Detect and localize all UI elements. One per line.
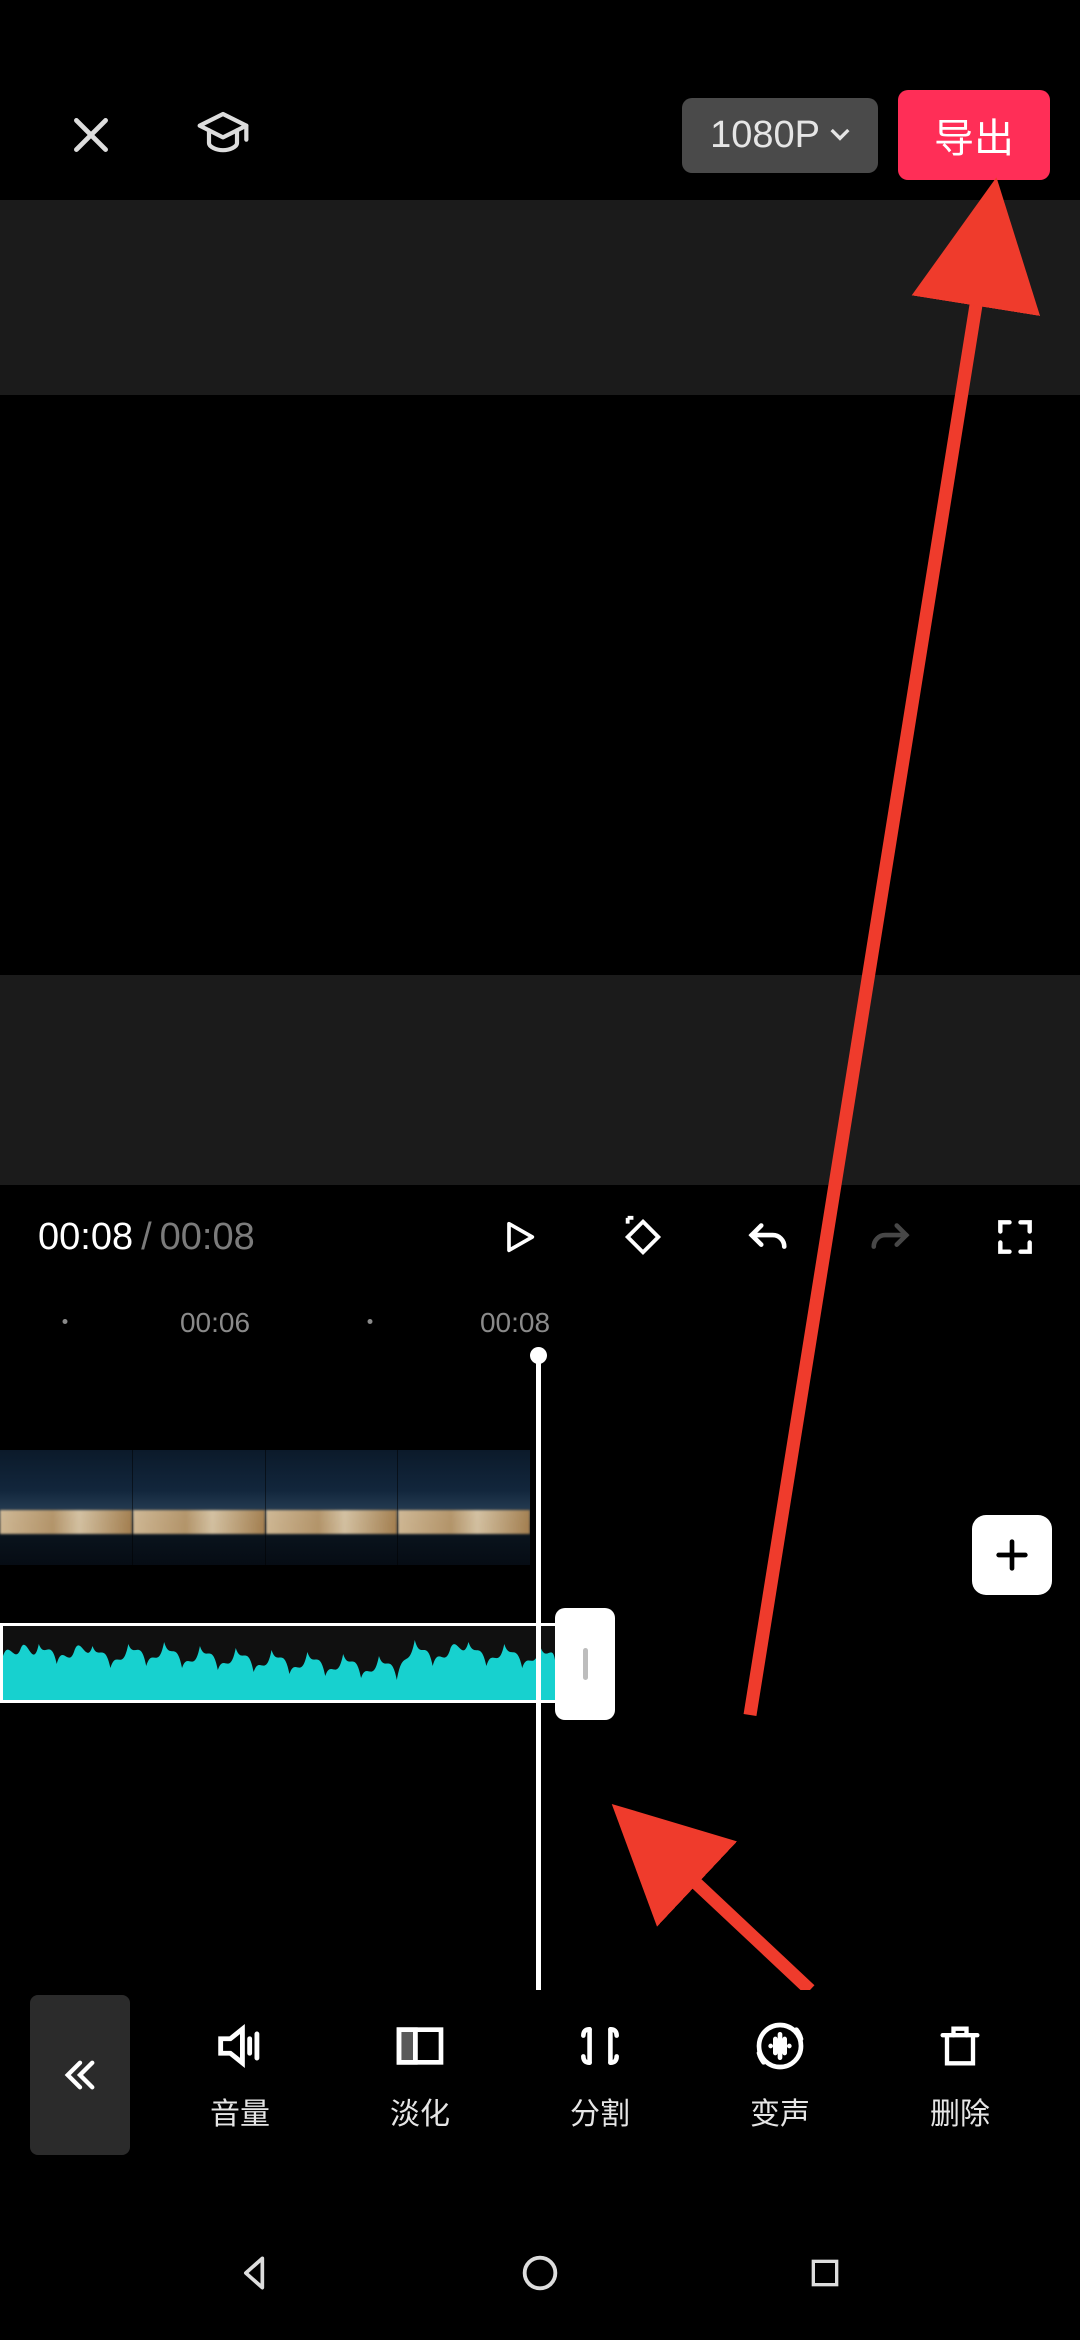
ruler-label: 00:06 — [180, 1307, 250, 1339]
nav-home-icon[interactable] — [510, 2243, 570, 2303]
tool-volume[interactable]: 音量 — [170, 2017, 310, 2133]
time-separator: / — [141, 1216, 152, 1259]
delete-icon — [931, 2017, 989, 2075]
resolution-selector[interactable]: 1080P — [682, 98, 878, 173]
top-bar: 1080P 导出 — [0, 85, 1080, 185]
preview-letterbox-bottom — [0, 975, 1080, 1185]
video-preview[interactable] — [0, 395, 1080, 975]
tool-label: 删除 — [930, 2089, 990, 2133]
redo-icon — [868, 1214, 914, 1260]
chevron-down-icon — [830, 128, 850, 142]
close-icon[interactable] — [60, 104, 122, 166]
audio-track[interactable] — [0, 1623, 555, 1703]
timeline-ruler: 00:06 00:08 — [0, 1307, 1080, 1339]
tool-fade[interactable]: 淡化 — [350, 2017, 490, 2133]
tool-label: 淡化 — [390, 2089, 450, 2133]
add-clip-button[interactable] — [972, 1515, 1052, 1595]
system-nav-bar — [0, 2205, 1080, 2340]
toolbar-back-button[interactable] — [30, 1995, 130, 2155]
tool-split[interactable]: 分割 — [530, 2017, 670, 2133]
tool-label: 分割 — [570, 2089, 630, 2133]
tool-voicechange[interactable]: 变声 — [710, 2017, 850, 2133]
tool-delete[interactable]: 删除 — [890, 2017, 1030, 2133]
fullscreen-icon[interactable] — [992, 1214, 1038, 1260]
preview-letterbox-top — [0, 200, 1080, 395]
time-display: 00:08 / 00:08 — [0, 1216, 255, 1259]
playback-bar: 00:08 / 00:08 — [0, 1192, 1080, 1282]
timeline[interactable]: 00:06 00:08 — [0, 1295, 1080, 2010]
keyframe-icon[interactable] — [620, 1214, 666, 1260]
plus-icon — [992, 1535, 1032, 1575]
nav-recent-icon[interactable] — [795, 2243, 855, 2303]
fade-icon — [391, 2017, 449, 2075]
toolbar: 音量 淡化 分割 变声 删除 — [0, 1990, 1080, 2160]
ruler-label: 00:08 — [480, 1307, 550, 1339]
export-label: 导出 — [934, 117, 1014, 161]
total-duration: 00:08 — [160, 1216, 255, 1259]
chevrons-left-icon — [59, 2054, 101, 2096]
export-button[interactable]: 导出 — [898, 90, 1050, 180]
resolution-label: 1080P — [710, 114, 820, 157]
tool-label: 变声 — [750, 2089, 810, 2133]
voicechange-icon — [751, 2017, 809, 2075]
audio-clip-handle[interactable] — [555, 1608, 615, 1720]
split-icon — [571, 2017, 629, 2075]
current-time: 00:08 — [38, 1216, 133, 1259]
play-icon[interactable] — [496, 1214, 542, 1260]
playhead[interactable] — [536, 1355, 541, 1992]
video-track[interactable] — [0, 1450, 530, 1565]
tool-label: 音量 — [210, 2089, 270, 2133]
undo-icon[interactable] — [744, 1214, 790, 1260]
tutorial-icon[interactable] — [192, 104, 254, 166]
nav-back-icon[interactable] — [225, 2243, 285, 2303]
volume-icon — [211, 2017, 269, 2075]
